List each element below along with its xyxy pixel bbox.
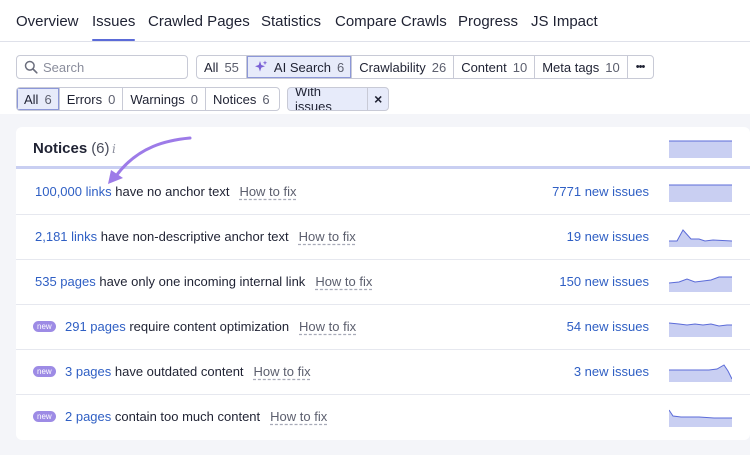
how-to-fix-link[interactable]: How to fix	[270, 409, 327, 424]
new-issues-link[interactable]: 150 new issues	[559, 274, 649, 289]
search-box[interactable]	[16, 55, 188, 79]
category-content[interactable]: Content 10	[454, 56, 536, 78]
category-meta-tags[interactable]: Meta tags 10	[535, 56, 628, 78]
tab-overview[interactable]: Overview	[16, 13, 79, 30]
tab-js-impact[interactable]: JS Impact	[531, 13, 598, 30]
how-to-fix-link[interactable]: How to fix	[299, 319, 356, 334]
severity-errors[interactable]: Errors 0	[60, 88, 124, 110]
issue-text: 2,181 links have non-descriptive anchor …	[35, 229, 356, 244]
new-issues-link[interactable]: 3 new issues	[574, 364, 649, 379]
issue-description: have non-descriptive anchor text	[97, 229, 289, 244]
tab-progress[interactable]: Progress	[458, 13, 518, 30]
issue-row: 535 pages have only one incoming interna…	[16, 260, 750, 305]
category-label: Content	[461, 59, 507, 75]
category-label: Meta tags	[542, 59, 600, 75]
category-crawlability[interactable]: Crawlability 26	[352, 56, 455, 78]
severity-label: All	[24, 91, 39, 107]
card-title-text: Notices	[33, 140, 88, 157]
how-to-fix-link[interactable]: How to fix	[254, 364, 311, 379]
issue-sparkline	[669, 364, 732, 382]
issue-sparkline	[669, 276, 732, 292]
severity-notices[interactable]: Notices 6	[206, 88, 277, 110]
category-count: 6	[337, 59, 345, 75]
severity-count: 6	[44, 91, 52, 107]
chip-label: With issues	[288, 88, 369, 110]
issue-text: 2 pages contain too much content How to f…	[65, 409, 327, 424]
severity-label: Errors	[66, 91, 103, 107]
top-nav: Overview Issues Crawled Pages Statistics…	[0, 0, 750, 42]
issue-text: 3 pages have outdated content How to fix	[65, 364, 311, 379]
close-icon[interactable]: ×	[368, 88, 388, 110]
issue-sparkline	[669, 322, 732, 337]
severity-label: Notices	[212, 91, 257, 107]
issue-description: have outdated content	[111, 364, 244, 379]
issue-text: 535 pages have only one incoming interna…	[35, 274, 372, 289]
issue-description: require content optimization	[125, 319, 290, 334]
severity-filter: All 6 Errors 0 Warnings 0 Notices 6	[16, 87, 280, 111]
issue-link[interactable]: 535 pages	[35, 274, 96, 289]
issue-description: have only one incoming internal link	[95, 274, 306, 289]
with-issues-chip[interactable]: With issues ×	[287, 87, 389, 111]
category-count: 10	[605, 59, 620, 75]
severity-all[interactable]: All 6	[17, 88, 60, 110]
sparkle-icon	[254, 60, 268, 72]
category-count: 55	[224, 59, 239, 75]
new-badge: new	[33, 366, 56, 377]
category-ai-search[interactable]: AI Search 6	[246, 56, 353, 78]
issue-link[interactable]: 3 pages	[65, 364, 111, 379]
severity-count: 0	[108, 91, 116, 107]
new-badge: new	[33, 321, 56, 332]
issue-description: contain too much content	[111, 409, 261, 424]
issue-link[interactable]: 2,181 links	[35, 229, 97, 244]
how-to-fix-link[interactable]: How to fix	[315, 274, 372, 289]
severity-count: 6	[262, 91, 270, 107]
issue-text: 291 pages require content optimization Ho…	[65, 319, 356, 334]
new-issues-link[interactable]: 54 new issues	[567, 319, 649, 334]
severity-count: 0	[190, 91, 198, 107]
issue-link[interactable]: 2 pages	[65, 409, 111, 424]
tab-crawled-pages[interactable]: Crawled Pages	[148, 13, 250, 30]
more-icon: •••	[635, 61, 646, 73]
category-label: AI Search	[273, 59, 332, 75]
issue-sparkline	[669, 184, 732, 202]
new-badge: new	[33, 411, 56, 422]
tab-compare-crawls[interactable]: Compare Crawls	[335, 13, 447, 30]
more-categories-button[interactable]: •••	[628, 56, 653, 78]
issue-row: new 3 pages have outdated content How to …	[16, 350, 750, 395]
new-issues-link[interactable]: 7771 new issues	[552, 184, 649, 199]
header-sparkline	[669, 140, 732, 158]
issue-link[interactable]: 291 pages	[65, 319, 126, 334]
issue-row: 2,181 links have non-descriptive anchor …	[16, 215, 750, 260]
how-to-fix-link[interactable]: How to fix	[299, 229, 356, 244]
issue-row: new 2 pages contain too much content How …	[16, 395, 750, 440]
issue-sparkline	[669, 409, 732, 427]
how-to-fix-link[interactable]: How to fix	[239, 184, 296, 199]
category-all[interactable]: All 55	[197, 56, 247, 78]
tab-issues[interactable]: Issues	[92, 13, 136, 41]
search-icon	[24, 60, 38, 74]
new-issues-link[interactable]: 19 new issues	[567, 229, 649, 244]
category-label: Crawlability	[359, 59, 426, 75]
category-count: 26	[431, 59, 447, 75]
annotation-arrow-icon	[108, 136, 192, 184]
tab-statistics[interactable]: Statistics	[261, 13, 321, 30]
issue-sparkline	[669, 229, 732, 247]
category-filter: All 55 AI Search 6 Crawlability 26 Content 1…	[196, 55, 654, 79]
category-label: All	[204, 59, 219, 75]
search-input[interactable]	[43, 58, 183, 76]
severity-label: Warnings	[130, 91, 185, 107]
category-count: 10	[512, 59, 528, 75]
severity-warnings[interactable]: Warnings 0	[123, 88, 206, 110]
issue-row: new 291 pages require content optimizati…	[16, 305, 750, 350]
